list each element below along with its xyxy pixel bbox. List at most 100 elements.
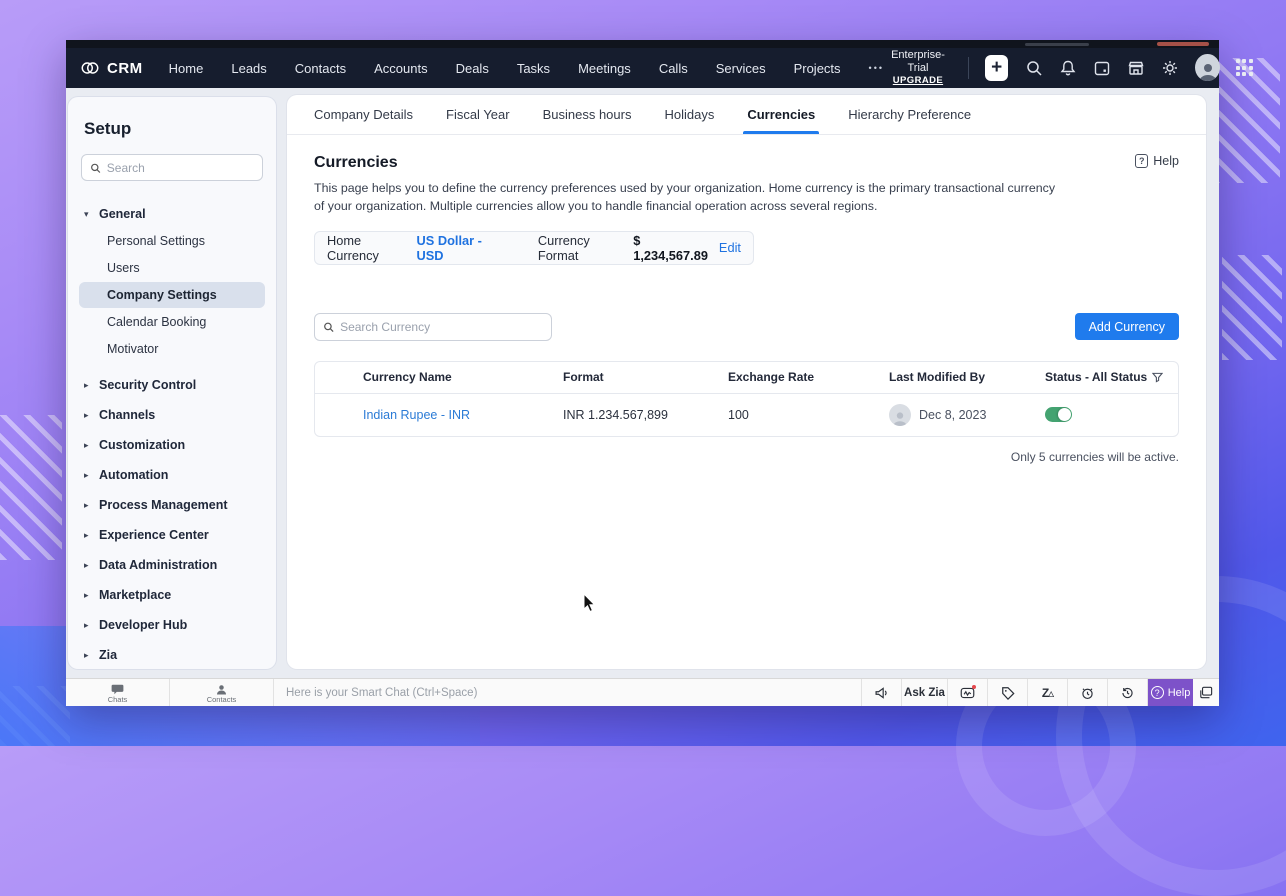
crm-logo[interactable]: CRM [80, 58, 143, 78]
contacts-tab[interactable]: Contacts [170, 679, 274, 706]
sidebar-section-zia[interactable]: ▸ Zia [68, 640, 276, 669]
reminders-button[interactable] [1068, 679, 1108, 706]
chats-tab[interactable]: Chats [66, 679, 170, 706]
ask-zia-button[interactable]: Ask Zia [902, 679, 948, 706]
zia-icon: Z▵ [1042, 686, 1053, 700]
nav-right-cluster: Enterprise-Trial UPGRADE + [884, 49, 1253, 87]
col-status-filter[interactable]: Status - All Status [1045, 370, 1178, 384]
sidebar-section-customization[interactable]: ▸ Customization [68, 430, 276, 460]
store-icon[interactable] [1127, 58, 1145, 78]
search-icon[interactable] [1024, 58, 1042, 78]
page-title: Currencies [314, 154, 398, 172]
sidebar-item-personal-settings[interactable]: Personal Settings [79, 228, 265, 254]
zoho-logo-icon [80, 58, 100, 78]
currency-format-value: $ 1,234,567.89 [633, 233, 711, 263]
status-toggle[interactable] [1045, 407, 1072, 422]
bell-icon[interactable] [1059, 58, 1077, 78]
tab-hierarchy-preference[interactable]: Hierarchy Preference [848, 95, 971, 134]
sidebar-section-general[interactable]: ▾ General [68, 201, 276, 227]
sidebar-item-company-settings[interactable]: Company Settings [79, 282, 265, 308]
mouse-cursor [583, 594, 597, 619]
chevron-right-icon: ▸ [84, 380, 92, 391]
browser-chrome-strip [66, 40, 1219, 48]
chevron-right-icon: ▸ [84, 650, 92, 661]
content-area: Setup ▾ General Personal Settings Users … [66, 88, 1219, 678]
active-currencies-note: Only 5 currencies will be active. [314, 450, 1179, 464]
sidebar-search-input[interactable] [107, 161, 254, 175]
help-link[interactable]: ? Help [1135, 154, 1179, 168]
sidebar-section-channels[interactable]: ▸ Channels [68, 400, 276, 430]
quick-add-button[interactable]: + [985, 55, 1009, 81]
nav-item-tasks[interactable]: Tasks [517, 61, 550, 76]
chevron-right-icon: ▸ [84, 410, 92, 421]
nav-item-calls[interactable]: Calls [659, 61, 688, 76]
setup-tree: ▾ General Personal Settings Users Compan… [68, 201, 276, 669]
chrome-record-indicator [1157, 42, 1209, 46]
sidebar-search-box[interactable] [81, 154, 263, 181]
sidebar-section-developer-hub[interactable]: ▸ Developer Hub [68, 610, 276, 640]
nav-item-accounts[interactable]: Accounts [374, 61, 427, 76]
plan-badge[interactable]: Enterprise-Trial UPGRADE [884, 49, 952, 87]
nav-item-meetings[interactable]: Meetings [578, 61, 631, 76]
nav-item-services[interactable]: Services [716, 61, 766, 76]
top-navigation-bar: CRM Home Leads Contacts Accounts Deals T… [66, 48, 1219, 88]
tag-button[interactable] [988, 679, 1028, 706]
signals-button[interactable] [948, 679, 988, 706]
bg-stripes-right-mid [1222, 255, 1282, 360]
tab-currencies[interactable]: Currencies [747, 95, 815, 134]
nav-item-home[interactable]: Home [169, 61, 204, 76]
sidebar-item-calendar-booking[interactable]: Calendar Booking [79, 309, 265, 335]
nav-item-projects[interactable]: Projects [794, 61, 841, 76]
help-button[interactable]: ? Help [1148, 679, 1193, 706]
nav-menu: Home Leads Contacts Accounts Deals Tasks… [169, 61, 884, 76]
home-currency-value[interactable]: US Dollar - USD [417, 233, 504, 263]
currency-actions-row: Add Currency [314, 313, 1179, 341]
chat-bubble-icon [111, 684, 124, 695]
tab-business-hours[interactable]: Business hours [543, 95, 632, 134]
sidebar-section-process-management[interactable]: ▸ Process Management [68, 490, 276, 520]
smart-chat-bar[interactable] [274, 679, 862, 706]
currencies-table: Currency Name Format Exchange Rate Last … [314, 361, 1179, 437]
gear-icon[interactable] [1161, 58, 1179, 78]
chevron-right-icon: ▸ [84, 530, 92, 541]
sidebar-section-automation[interactable]: ▸ Automation [68, 460, 276, 490]
currency-search-input[interactable] [340, 320, 543, 334]
col-last-modified-by: Last Modified By [889, 370, 1045, 384]
smart-chat-input[interactable] [286, 687, 861, 699]
app-window: CRM Home Leads Contacts Accounts Deals T… [66, 40, 1219, 706]
user-avatar[interactable] [1195, 54, 1220, 81]
tab-holidays[interactable]: Holidays [664, 95, 714, 134]
edit-link[interactable]: Edit [719, 240, 741, 255]
feedback-button[interactable] [1193, 679, 1219, 706]
nav-item-deals[interactable]: Deals [456, 61, 489, 76]
history-button[interactable] [1108, 679, 1148, 706]
question-icon: ? [1151, 686, 1164, 699]
nav-more-icon[interactable]: ••• [869, 63, 884, 73]
filter-funnel-icon[interactable] [1152, 372, 1163, 383]
calendar-icon[interactable] [1093, 58, 1111, 78]
chrome-pill [1025, 43, 1089, 46]
currency-search-box[interactable] [314, 313, 552, 341]
table-row: Indian Rupee - INR INR 1.234.567,899 100… [315, 394, 1178, 436]
chevron-right-icon: ▸ [84, 620, 92, 631]
announcements-button[interactable] [862, 679, 902, 706]
nav-item-contacts[interactable]: Contacts [295, 61, 346, 76]
sidebar-section-experience-center[interactable]: ▸ Experience Center [68, 520, 276, 550]
sidebar-item-motivator[interactable]: Motivator [79, 336, 265, 362]
sidebar-section-marketplace[interactable]: ▸ Marketplace [68, 580, 276, 610]
sidebar-section-data-administration[interactable]: ▸ Data Administration [68, 550, 276, 580]
apps-grid-icon[interactable] [1236, 59, 1253, 76]
history-icon [1120, 686, 1135, 700]
currency-format-cell: INR 1.234.567,899 [563, 408, 728, 422]
zia-button[interactable]: Z▵ [1028, 679, 1068, 706]
add-currency-button[interactable]: Add Currency [1075, 313, 1179, 340]
col-currency-name: Currency Name [363, 370, 563, 384]
nav-item-leads[interactable]: Leads [231, 61, 266, 76]
tab-fiscal-year[interactable]: Fiscal Year [446, 95, 510, 134]
sidebar-section-security-control[interactable]: ▸ Security Control [68, 370, 276, 400]
upgrade-link[interactable]: UPGRADE [884, 75, 952, 86]
currencies-page: Currencies ? Help This page helps you to… [287, 154, 1206, 464]
sidebar-item-users[interactable]: Users [79, 255, 265, 281]
tab-company-details[interactable]: Company Details [314, 95, 413, 134]
currency-name-link[interactable]: Indian Rupee - INR [363, 408, 563, 422]
